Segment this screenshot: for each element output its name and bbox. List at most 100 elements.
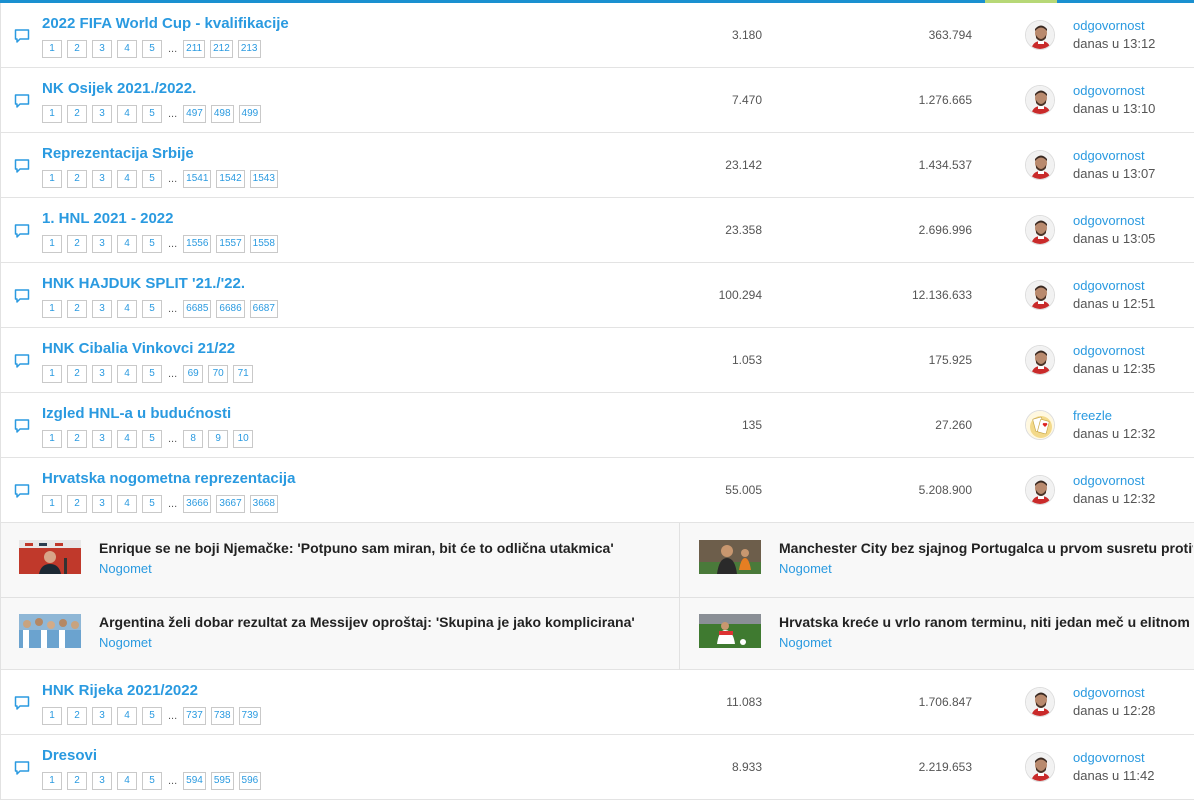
page-link[interactable]: 3 bbox=[92, 170, 112, 188]
news-thumbnail[interactable] bbox=[19, 540, 81, 574]
page-link[interactable]: 3 bbox=[92, 365, 112, 383]
page-link[interactable]: 3 bbox=[92, 430, 112, 448]
page-link[interactable]: 3 bbox=[92, 495, 112, 513]
news-title-link[interactable]: Argentina želi dobar rezultat za Messije… bbox=[99, 614, 635, 630]
page-link[interactable]: 3666 bbox=[183, 495, 212, 513]
topic-title-link[interactable]: HNK Rijeka 2021/2022 bbox=[42, 682, 198, 699]
page-link[interactable]: 1557 bbox=[216, 235, 245, 253]
last-poster-link[interactable]: odgovornost bbox=[1073, 343, 1145, 358]
last-poster-link[interactable]: freezle bbox=[1073, 408, 1112, 423]
page-link[interactable]: 5 bbox=[142, 170, 162, 188]
page-link[interactable]: 1 bbox=[42, 40, 62, 58]
page-link[interactable]: 1 bbox=[42, 105, 62, 123]
page-link[interactable]: 1 bbox=[42, 495, 62, 513]
page-link[interactable]: 5 bbox=[142, 235, 162, 253]
page-link[interactable]: 1543 bbox=[249, 170, 278, 188]
last-poster-link[interactable]: odgovornost bbox=[1073, 213, 1145, 228]
page-link[interactable]: 211 bbox=[183, 40, 206, 58]
page-link[interactable]: 3667 bbox=[216, 495, 245, 513]
page-link[interactable]: 1541 bbox=[183, 170, 212, 188]
last-poster-link[interactable]: odgovornost bbox=[1073, 83, 1145, 98]
page-link[interactable]: 70 bbox=[208, 365, 229, 383]
page-link[interactable]: 2 bbox=[67, 235, 87, 253]
avatar[interactable] bbox=[1025, 687, 1055, 717]
page-link[interactable]: 5 bbox=[142, 300, 162, 318]
page-link[interactable]: 2 bbox=[67, 40, 87, 58]
page-link[interactable]: 1556 bbox=[183, 235, 212, 253]
page-link[interactable]: 4 bbox=[117, 235, 137, 253]
page-link[interactable]: 4 bbox=[117, 170, 137, 188]
page-link[interactable]: 4 bbox=[117, 365, 137, 383]
page-link[interactable]: 2 bbox=[67, 365, 87, 383]
avatar[interactable] bbox=[1025, 475, 1055, 505]
last-poster-link[interactable]: odgovornost bbox=[1073, 685, 1145, 700]
page-link[interactable]: 5 bbox=[142, 707, 162, 725]
page-link[interactable]: 1 bbox=[42, 772, 62, 790]
page-link[interactable]: 4 bbox=[117, 300, 137, 318]
page-link[interactable]: 1 bbox=[42, 235, 62, 253]
last-poster-link[interactable]: odgovornost bbox=[1073, 278, 1145, 293]
page-link[interactable]: 1 bbox=[42, 707, 62, 725]
last-poster-link[interactable]: odgovornost bbox=[1073, 750, 1145, 765]
page-link[interactable]: 6687 bbox=[249, 300, 278, 318]
topic-title-link[interactable]: HNK HAJDUK SPLIT '21./'22. bbox=[42, 275, 245, 292]
last-poster-link[interactable]: odgovornost bbox=[1073, 473, 1145, 488]
page-link[interactable]: 8 bbox=[183, 430, 204, 448]
page-link[interactable]: 69 bbox=[183, 365, 204, 383]
avatar[interactable] bbox=[1025, 752, 1055, 782]
topic-title-link[interactable]: 2022 FIFA World Cup - kvalifikacije bbox=[42, 15, 289, 32]
news-item[interactable]: Manchester City bez sjajnog Portugalca u… bbox=[699, 540, 1193, 580]
page-link[interactable]: 1 bbox=[42, 365, 62, 383]
page-link[interactable]: 1 bbox=[42, 300, 62, 318]
avatar[interactable] bbox=[1025, 215, 1055, 245]
page-link[interactable]: 2 bbox=[67, 707, 87, 725]
news-category-link[interactable]: Nogomet bbox=[779, 561, 832, 576]
page-link[interactable]: 3 bbox=[92, 707, 112, 725]
page-link[interactable]: 5 bbox=[142, 365, 162, 383]
news-item[interactable]: Argentina želi dobar rezultat za Messije… bbox=[19, 614, 669, 654]
page-link[interactable]: 738 bbox=[210, 707, 234, 725]
page-link[interactable]: 2 bbox=[67, 170, 87, 188]
page-link[interactable]: 2 bbox=[67, 495, 87, 513]
page-link[interactable]: 595 bbox=[210, 772, 234, 790]
avatar[interactable] bbox=[1025, 410, 1055, 440]
page-link[interactable]: 2 bbox=[67, 772, 87, 790]
avatar[interactable] bbox=[1025, 20, 1055, 50]
page-link[interactable]: 213 bbox=[237, 40, 261, 58]
news-title-link[interactable]: Enrique se ne boji Njemačke: 'Potpuno sa… bbox=[99, 540, 614, 556]
topic-title-link[interactable]: HNK Cibalia Vinkovci 21/22 bbox=[42, 340, 235, 357]
page-link[interactable]: 2 bbox=[67, 300, 87, 318]
news-item[interactable]: Hrvatska kreće u vrlo ranom terminu, nit… bbox=[699, 614, 1193, 654]
topic-title-link[interactable]: Hrvatska nogometna reprezentacija bbox=[42, 470, 295, 487]
page-link[interactable]: 1 bbox=[42, 430, 62, 448]
page-link[interactable]: 4 bbox=[117, 105, 137, 123]
page-link[interactable]: 5 bbox=[142, 495, 162, 513]
page-link[interactable]: 5 bbox=[142, 772, 162, 790]
avatar[interactable] bbox=[1025, 150, 1055, 180]
page-link[interactable]: 1542 bbox=[216, 170, 245, 188]
page-link[interactable]: 737 bbox=[183, 707, 206, 725]
avatar[interactable] bbox=[1025, 345, 1055, 375]
news-thumbnail[interactable] bbox=[699, 614, 761, 648]
page-link[interactable]: 3 bbox=[92, 40, 112, 58]
page-link[interactable]: 594 bbox=[183, 772, 206, 790]
page-link[interactable]: 4 bbox=[117, 430, 137, 448]
page-link[interactable]: 3 bbox=[92, 105, 112, 123]
page-link[interactable]: 4 bbox=[117, 772, 137, 790]
page-link[interactable]: 71 bbox=[233, 365, 254, 383]
page-link[interactable]: 739 bbox=[238, 707, 262, 725]
avatar[interactable] bbox=[1025, 85, 1055, 115]
page-link[interactable]: 212 bbox=[210, 40, 233, 58]
topic-title-link[interactable]: Izgled HNL-a u budućnosti bbox=[42, 405, 231, 422]
page-link[interactable]: 499 bbox=[238, 105, 262, 123]
topic-title-link[interactable]: 1. HNL 2021 - 2022 bbox=[42, 210, 173, 227]
news-category-link[interactable]: Nogomet bbox=[99, 561, 152, 576]
page-link[interactable]: 5 bbox=[142, 105, 162, 123]
page-link[interactable]: 4 bbox=[117, 40, 137, 58]
last-poster-link[interactable]: odgovornost bbox=[1073, 148, 1145, 163]
page-link[interactable]: 3668 bbox=[249, 495, 278, 513]
topic-title-link[interactable]: Dresovi bbox=[42, 747, 97, 764]
last-poster-link[interactable]: odgovornost bbox=[1073, 18, 1145, 33]
news-title-link[interactable]: Hrvatska kreće u vrlo ranom terminu, nit… bbox=[779, 614, 1190, 630]
page-link[interactable]: 3 bbox=[92, 300, 112, 318]
